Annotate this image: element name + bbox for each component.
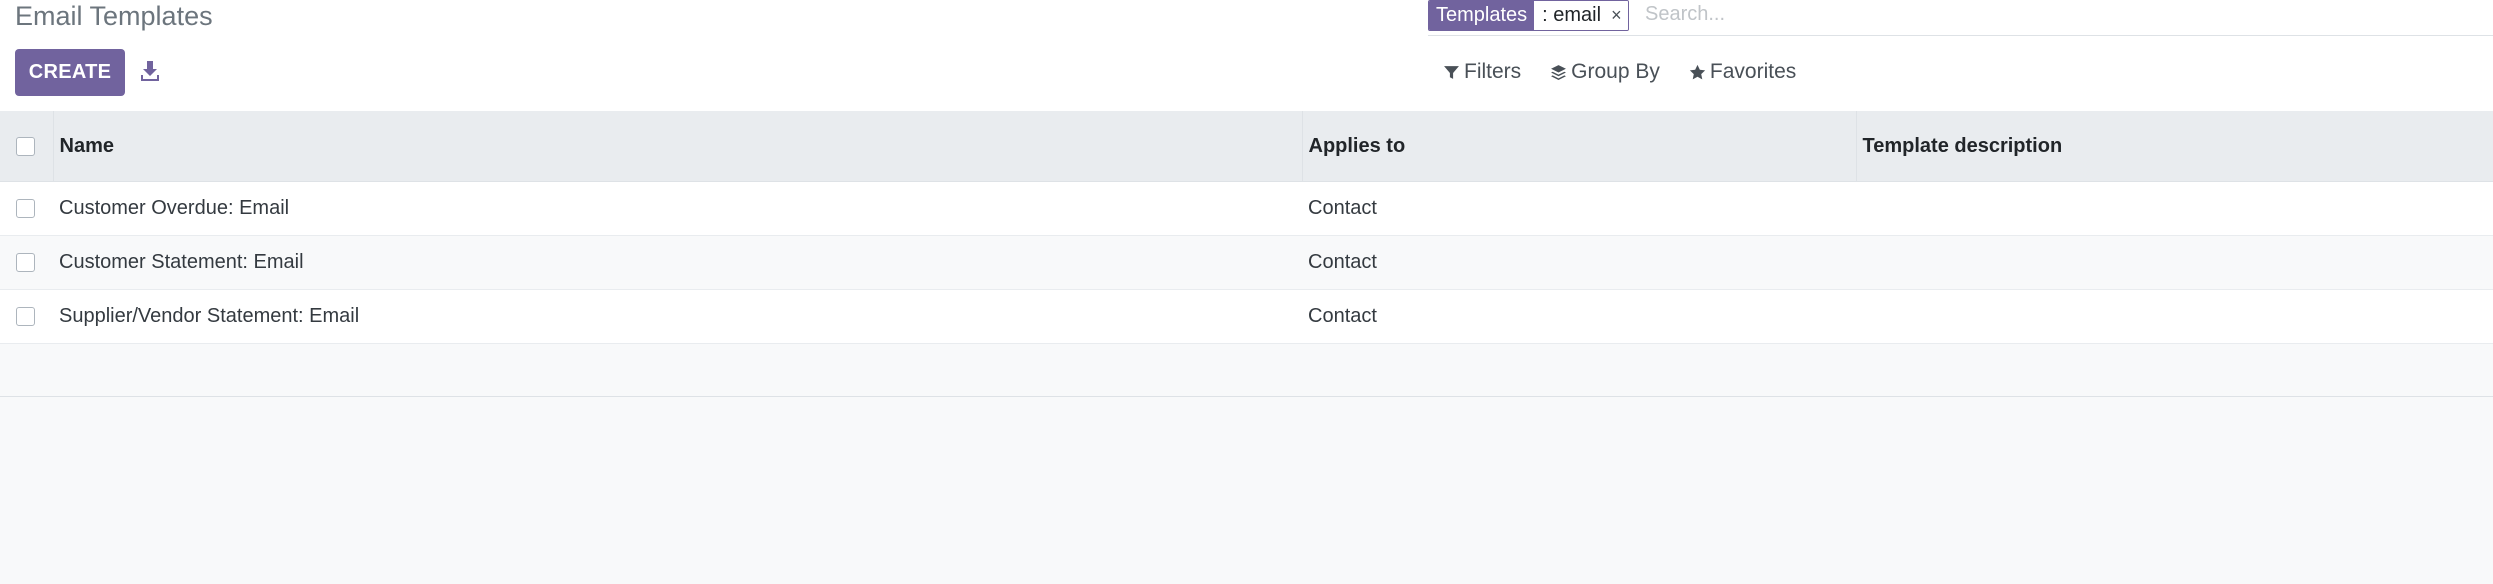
- group-by-label: Group By: [1571, 60, 1660, 83]
- favorites-label: Favorites: [1709, 60, 1797, 83]
- row-checkbox-cell: [0, 181, 53, 236]
- empty-cell: [1302, 343, 1856, 397]
- table-row[interactable]: Supplier/Vendor Statement: Email Contact: [0, 289, 2493, 344]
- cell-description[interactable]: [1856, 289, 2493, 344]
- table-header-row: Name Applies to Template description: [0, 111, 2493, 182]
- table-row[interactable]: Customer Overdue: Email Contact: [0, 181, 2493, 236]
- table-row[interactable]: Customer Statement: Email Contact: [0, 235, 2493, 290]
- select-all-cell: [0, 111, 54, 182]
- filters-label: Filters: [1464, 60, 1522, 83]
- table-empty-row: [0, 343, 2493, 397]
- cell-applies-to[interactable]: Contact: [1302, 289, 1856, 344]
- filter-icon: [1444, 65, 1459, 79]
- row-checkbox[interactable]: [16, 199, 35, 219]
- facet-value-text: : email: [1542, 4, 1602, 26]
- select-all-checkbox[interactable]: [16, 136, 35, 156]
- facet-category: Templates: [1429, 1, 1535, 30]
- layers-icon: [1551, 64, 1567, 80]
- cell-description[interactable]: [1856, 235, 2493, 290]
- row-checkbox-cell: [0, 235, 53, 290]
- cell-name[interactable]: Customer Statement: Email: [53, 235, 1302, 290]
- empty-cell: [53, 343, 1302, 397]
- row-checkbox-cell: [0, 289, 53, 344]
- search-bar: Templates : email ×: [1428, 0, 2493, 36]
- empty-cell: [0, 343, 53, 397]
- column-header-template-description[interactable]: Template description: [1856, 111, 2493, 182]
- page-title: Email Templates: [15, 1, 213, 31]
- cell-name[interactable]: Customer Overdue: Email: [53, 181, 1302, 236]
- favorites-button[interactable]: Favorites: [1689, 60, 1796, 84]
- search-facet: Templates : email ×: [1428, 0, 1629, 31]
- star-icon: [1689, 64, 1706, 79]
- search-options: Filters Group By Favorites: [1443, 60, 1796, 84]
- row-checkbox[interactable]: [16, 253, 35, 273]
- cell-applies-to[interactable]: Contact: [1302, 235, 1856, 290]
- cell-applies-to[interactable]: Contact: [1302, 181, 1856, 236]
- facet-remove-icon[interactable]: ×: [1611, 1, 1622, 30]
- control-panel: Email Templates CREATE Templates : email…: [0, 0, 2493, 112]
- search-input[interactable]: [1645, 0, 2445, 29]
- download-icon[interactable]: [139, 59, 161, 83]
- empty-cell: [1856, 343, 2493, 397]
- templates-table: Name Applies to Template description Cus…: [0, 111, 2493, 397]
- facet-value: : email ×: [1534, 1, 1628, 30]
- column-header-applies-to[interactable]: Applies to: [1302, 111, 1857, 182]
- column-header-name[interactable]: Name: [53, 111, 1303, 182]
- cell-description[interactable]: [1856, 181, 2493, 236]
- cell-name[interactable]: Supplier/Vendor Statement: Email: [53, 289, 1302, 344]
- row-checkbox[interactable]: [16, 307, 35, 327]
- create-button[interactable]: CREATE: [15, 49, 125, 96]
- filters-button[interactable]: Filters: [1443, 60, 1521, 84]
- list-view: Name Applies to Template description Cus…: [0, 111, 2493, 397]
- group-by-button[interactable]: Group By: [1550, 60, 1660, 84]
